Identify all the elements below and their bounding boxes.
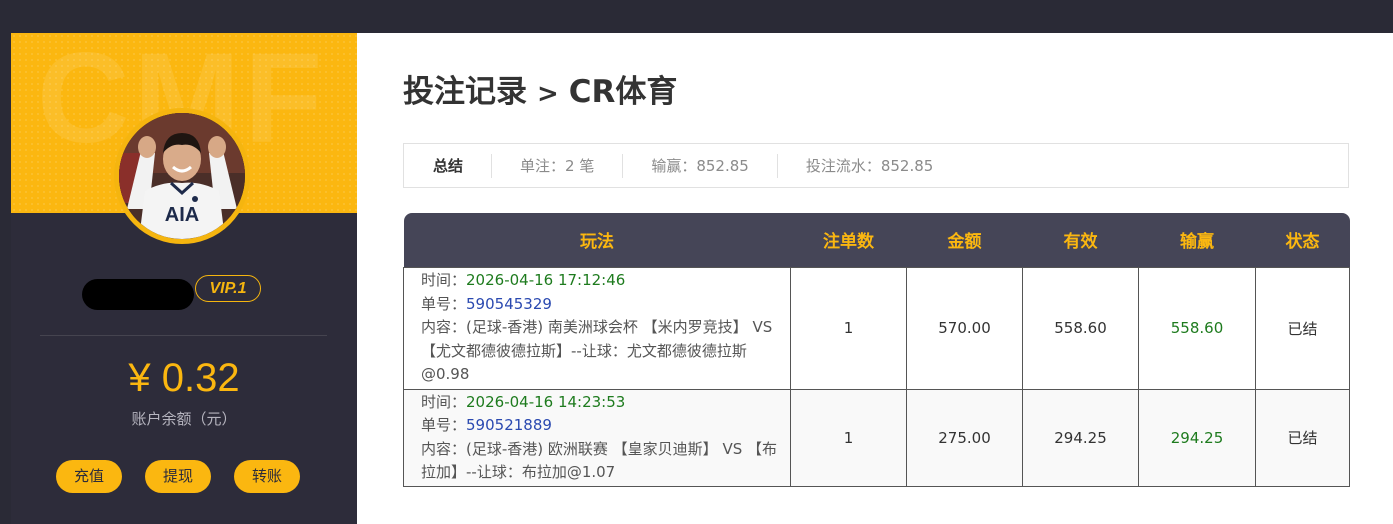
balance-label: 账户余额（元） (131, 410, 237, 428)
bet-time-line: 时间：2026-04-16 14:23:53 (421, 392, 626, 411)
bet-content: (足球-香港) 南美洲球会杯 【米内罗竞技】 VS 【尤文都德彼德拉斯】--让球… (421, 318, 773, 384)
balance-value: ¥ 0.32 (128, 356, 240, 400)
bet-valid: 558.60 (1022, 266, 1139, 390)
bet-status: 已结 (1255, 388, 1350, 487)
page-title: 投注记录 > CR体育 (403, 71, 677, 115)
bet-win-loss: 294.25 (1138, 388, 1256, 487)
sidebar-divider (40, 335, 327, 336)
column-header-play: 玩法 (403, 213, 791, 267)
breadcrumb-separator: > (537, 79, 559, 109)
bet-time: 2026-04-16 17:12:46 (466, 271, 626, 290)
bet-time: 2026-04-16 14:23:53 (466, 392, 626, 411)
column-header-valid: 有效 (1022, 213, 1139, 267)
column-header-amount: 金额 (906, 213, 1023, 267)
bet-order-line: 单号：590545329 (421, 294, 552, 313)
sidebar: CMF AIA VIP.1 ¥ 0.32 账户余额（元） 充值 提现 转账 (11, 33, 357, 524)
bet-content: (足球-香港) 欧洲联赛 【皇家贝迪斯】 VS 【布拉加】--让球：布拉加@1.… (421, 439, 777, 482)
table-row: 时间：2026-04-16 14:23:53 单号：590521889 内容：(… (403, 388, 1350, 487)
bet-amount: 570.00 (906, 266, 1023, 390)
bet-detail-cell: 时间：2026-04-16 17:12:46 单号：590545329 内容：(… (403, 266, 791, 390)
bet-win-loss: 558.60 (1138, 266, 1256, 390)
breadcrumb-current: CR体育 (568, 74, 678, 110)
summary-bar: 总结 单注：2 笔 输赢：852.85 投注流水：852.85 (403, 143, 1349, 188)
bet-count: 1 (790, 266, 907, 390)
bet-valid: 294.25 (1022, 388, 1139, 487)
table-header-row: 玩法 注单数 金额 有效 输赢 状态 (403, 213, 1350, 267)
withdraw-button[interactable]: 提现 (145, 460, 211, 493)
column-header-status: 状态 (1255, 213, 1350, 267)
bet-order-line: 单号：590521889 (421, 416, 552, 434)
username-redacted (82, 279, 194, 310)
avatar[interactable]: AIA (114, 108, 250, 244)
deposit-button[interactable]: 充值 (56, 460, 122, 493)
bet-amount: 275.00 (906, 388, 1023, 487)
bet-order-number[interactable]: 590545329 (466, 295, 552, 313)
bet-order-number[interactable]: 590521889 (466, 416, 552, 434)
bet-records-table: 玩法 注单数 金额 有效 输赢 状态 时间：2026-04-16 17:12:4… (403, 213, 1350, 487)
breadcrumb-bet-records[interactable]: 投注记录 (403, 74, 527, 110)
summary-bet-count: 单注：2 笔 (491, 153, 622, 178)
avatar-photo: AIA (119, 113, 245, 239)
top-bar (0, 0, 1393, 33)
bet-status: 已结 (1255, 266, 1350, 390)
table-row: 时间：2026-04-16 17:12:46 单号：590545329 内容：(… (403, 266, 1350, 390)
bet-content-line: 内容：(足球-香港) 欧洲联赛 【皇家贝迪斯】 VS 【布拉加】--让球：布拉加… (421, 439, 777, 482)
bet-detail-cell: 时间：2026-04-16 14:23:53 单号：590521889 内容：(… (403, 388, 791, 487)
avatar-shirt-text: AIA (165, 204, 199, 226)
column-header-count: 注单数 (790, 213, 907, 267)
vip-badge: VIP.1 (195, 275, 261, 302)
main-content: 投注记录 > CR体育 总结 单注：2 笔 输赢：852.85 投注流水：852.8… (357, 33, 1393, 524)
summary-turnover: 投注流水：852.85 (776, 153, 962, 178)
bet-count: 1 (790, 388, 907, 487)
summary-title: 总结 (433, 156, 464, 175)
column-header-win-loss: 输赢 (1138, 213, 1256, 267)
summary-win-loss: 输赢：852.85 (622, 153, 777, 178)
transfer-button[interactable]: 转账 (234, 460, 300, 493)
bet-content-line: 内容：(足球-香港) 南美洲球会杯 【米内罗竞技】 VS 【尤文都德彼德拉斯】-… (421, 318, 773, 384)
bet-time-line: 时间：2026-04-16 17:12:46 (421, 271, 626, 290)
